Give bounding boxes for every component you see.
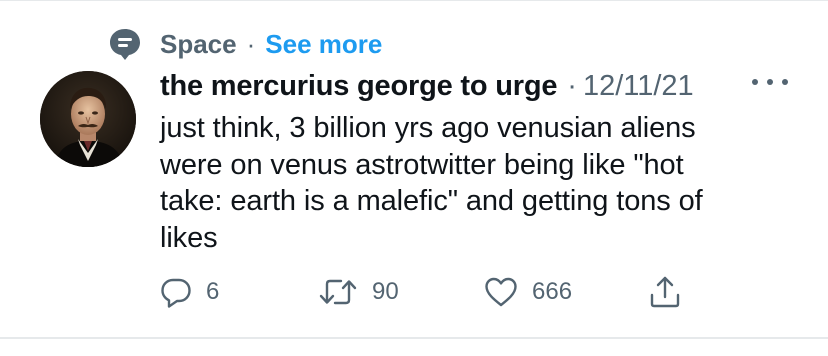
portrait-avatar (40, 71, 136, 167)
more-options-icon[interactable] (752, 70, 788, 94)
retweet-button[interactable]: 90 (318, 272, 399, 312)
avatar[interactable] (40, 71, 136, 167)
see-more-link[interactable]: See more (265, 29, 382, 60)
tweet-header: the mercurius george to urge · 12/11/21 (160, 66, 694, 106)
retweet-icon (319, 279, 357, 305)
tweet-text: just think, 3 billion yrs ago venusian a… (160, 112, 703, 254)
tweet-date[interactable]: 12/11/21 (583, 70, 694, 103)
reply-button[interactable]: 6 (160, 272, 219, 312)
header-separator: · (567, 69, 577, 102)
like-count: 666 (532, 278, 573, 305)
more-dot (767, 79, 773, 85)
reply-icon (161, 278, 191, 308)
speech-bubble-icon (110, 29, 140, 60)
more-dot (782, 79, 788, 85)
share-icon (650, 276, 680, 308)
like-button[interactable]: 666 (484, 272, 572, 312)
top-divider (0, 0, 828, 1)
share-button[interactable] (648, 272, 682, 312)
tweet-actions: 6 90 666 (0, 272, 828, 312)
context-separator: · (246, 28, 256, 59)
like-icon (485, 277, 517, 307)
author-name[interactable]: the mercurius george to urge (160, 70, 557, 103)
retweet-count: 90 (372, 278, 399, 305)
context-label: Space (160, 28, 237, 59)
bottom-divider (0, 337, 828, 339)
tweet-context: Space · See more (108, 26, 382, 62)
more-dot (752, 79, 758, 85)
reply-count: 6 (206, 278, 220, 305)
